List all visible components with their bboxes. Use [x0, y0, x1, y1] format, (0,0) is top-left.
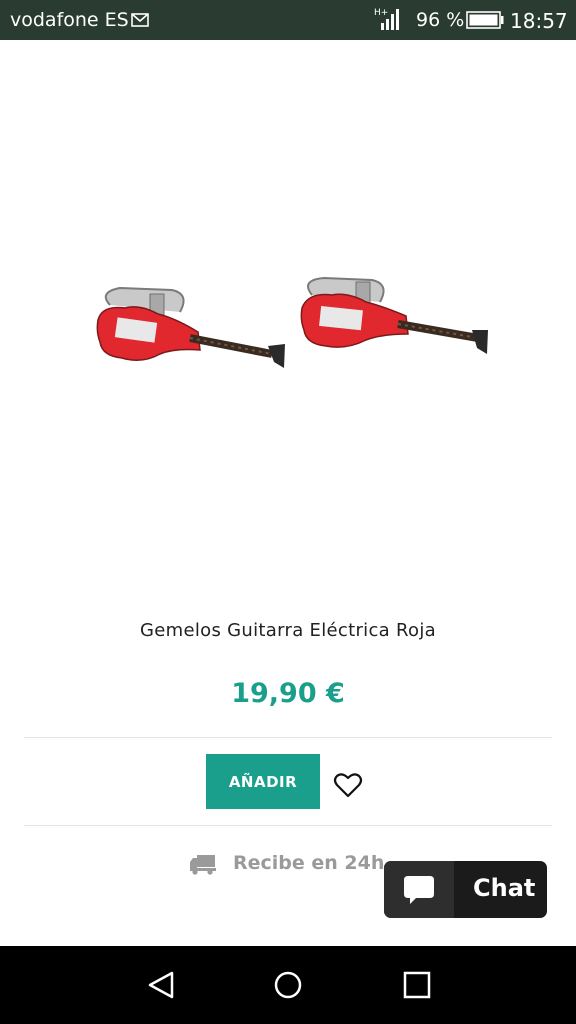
battery-percentage: 96 %	[416, 9, 465, 31]
delivery-text: Recibe en 24h.	[233, 852, 392, 874]
guitar-cufflink-right	[300, 276, 488, 354]
back-icon[interactable]	[146, 969, 178, 1001]
chat-button[interactable]: Chat	[384, 861, 547, 918]
recent-apps-icon[interactable]	[402, 970, 432, 1000]
product-price: 19,90 €	[231, 678, 345, 709]
navigation-bar	[0, 946, 576, 1024]
divider	[24, 737, 552, 738]
truck-icon	[190, 855, 216, 875]
chat-label: Chat	[473, 874, 536, 902]
carrier-name: vodafone ES	[10, 9, 129, 31]
svg-text:H+: H+	[374, 8, 388, 18]
battery-icon	[466, 11, 504, 29]
home-icon[interactable]	[272, 969, 304, 1001]
signal-icon: H+	[374, 8, 399, 30]
chat-icon-box	[384, 861, 454, 918]
chat-bubble-icon	[404, 876, 434, 904]
heart-icon[interactable]	[333, 771, 363, 799]
guitar-cufflink-left	[96, 286, 285, 368]
divider	[24, 825, 552, 826]
guitar-cufflinks-image	[96, 276, 488, 368]
add-to-cart-button[interactable]: AÑADIR	[206, 754, 320, 809]
clock: 18:57	[510, 9, 568, 33]
mail-icon	[131, 13, 149, 27]
product-title: Gemelos Guitarra Eléctrica Roja	[140, 620, 436, 641]
status-bar: vodafone ES H+ 96 % 18:57	[0, 0, 576, 40]
